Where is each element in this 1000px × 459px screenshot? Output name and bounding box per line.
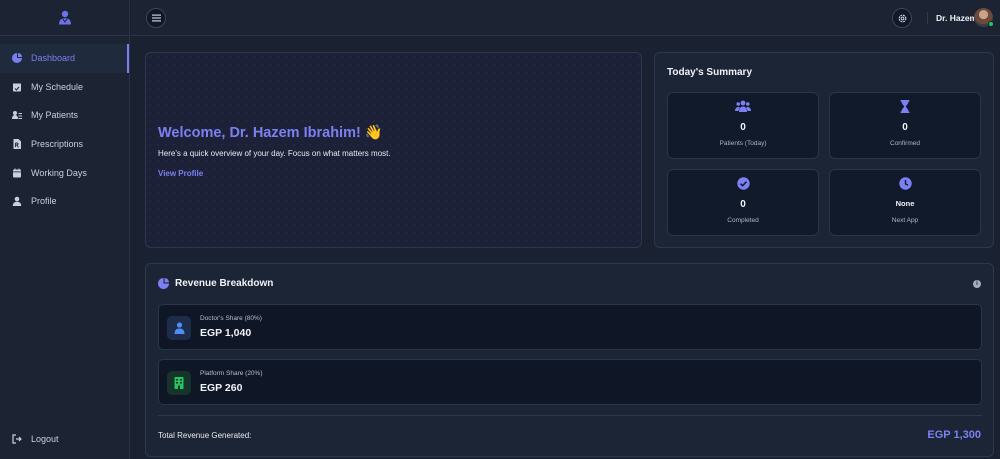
file-prescription-icon — [12, 139, 22, 150]
user-list-icon — [12, 110, 22, 120]
doctor-share-value: EGP 1,040 — [200, 327, 252, 339]
user-name[interactable]: Dr. Hazem — [927, 12, 977, 24]
calendar-icon — [12, 168, 22, 178]
divider — [158, 415, 982, 416]
sidebar: Dashboard My Schedule My Patients Prescr… — [0, 0, 130, 459]
view-profile-link[interactable]: View Profile — [158, 169, 203, 178]
pie-chart-icon — [12, 53, 22, 64]
stat-confirmed: 0 Confirmed — [829, 92, 981, 159]
platform-share-row: Platform Share (20%) EGP 260 — [158, 359, 982, 405]
platform-share-label: Platform Share (20%) — [200, 370, 263, 377]
total-revenue-value: EGP 1,300 — [927, 429, 981, 441]
stat-label: Completed — [727, 217, 759, 224]
stat-completed: 0 Completed — [667, 169, 819, 236]
sidebar-item-label: My Schedule — [31, 81, 84, 92]
revenue-breakdown-card: Revenue Breakdown i Doctor's Share (80%)… — [145, 263, 994, 457]
users-icon — [668, 100, 818, 114]
stat-value: None — [895, 199, 915, 208]
todays-summary-card: Today's Summary 0 Patients (Today) 0 Con… — [654, 52, 994, 248]
check-circle-icon — [668, 177, 818, 191]
logout-icon — [12, 434, 22, 444]
stat-label: Patients (Today) — [719, 140, 767, 147]
welcome-card: Welcome, Dr. Hazem Ibrahim! 👋 Here's a q… — [145, 52, 642, 248]
sidebar-nav: Dashboard My Schedule My Patients Prescr… — [0, 44, 129, 216]
stat-next-appointment: None Next App — [829, 169, 981, 236]
stat-label: Confirmed — [890, 140, 920, 147]
hamburger-icon — [151, 14, 161, 22]
sidebar-item-label: Prescriptions — [31, 139, 84, 150]
clock-icon — [830, 177, 980, 191]
doctor-icon — [167, 316, 191, 340]
total-revenue-label: Total Revenue Generated: — [158, 431, 252, 440]
hourglass-icon — [830, 100, 980, 114]
gear-icon — [898, 14, 906, 22]
logout-label: Logout — [31, 434, 59, 444]
user-icon — [12, 196, 22, 207]
logout-button[interactable]: Logout — [0, 429, 130, 449]
pie-chart-icon — [158, 278, 169, 289]
sidebar-item-working-days[interactable]: Working Days — [0, 158, 129, 187]
doctor-share-label: Doctor's Share (80%) — [200, 315, 262, 322]
welcome-subtitle: Here's a quick overview of your day. Foc… — [158, 149, 391, 158]
sidebar-item-label: Dashboard — [31, 53, 76, 64]
doctor-share-row: Doctor's Share (80%) EGP 1,040 — [158, 304, 982, 350]
menu-toggle-button[interactable] — [146, 8, 166, 28]
sidebar-item-label: Working Days — [31, 167, 87, 178]
revenue-title: Revenue Breakdown — [175, 278, 274, 289]
stat-value: 0 — [902, 122, 908, 133]
sidebar-item-dashboard[interactable]: Dashboard — [0, 44, 129, 73]
sidebar-item-label: Profile — [31, 196, 57, 207]
settings-button[interactable] — [892, 8, 912, 28]
sidebar-item-my-schedule[interactable]: My Schedule — [0, 73, 129, 102]
info-icon[interactable]: i — [973, 280, 981, 288]
online-status-indicator — [988, 21, 994, 27]
calendar-check-icon — [12, 82, 22, 92]
sidebar-item-profile[interactable]: Profile — [0, 187, 129, 216]
building-icon — [167, 371, 191, 395]
stat-value: 0 — [740, 199, 746, 210]
sidebar-item-prescriptions[interactable]: Prescriptions — [0, 130, 129, 159]
welcome-title: Welcome, Dr. Hazem Ibrahim! 👋 — [158, 125, 383, 141]
sidebar-item-label: My Patients — [31, 110, 79, 121]
stat-value: 0 — [740, 122, 746, 133]
summary-title: Today's Summary — [667, 67, 752, 78]
doctor-logo-icon — [58, 10, 71, 25]
stat-patients-today: 0 Patients (Today) — [667, 92, 819, 159]
topbar: Dr. Hazem — [131, 0, 1000, 36]
platform-share-value: EGP 260 — [200, 382, 243, 394]
revenue-header: Revenue Breakdown — [158, 278, 273, 289]
sidebar-item-my-patients[interactable]: My Patients — [0, 101, 129, 130]
app-logo[interactable] — [0, 0, 129, 36]
stat-label: Next App — [891, 217, 919, 224]
